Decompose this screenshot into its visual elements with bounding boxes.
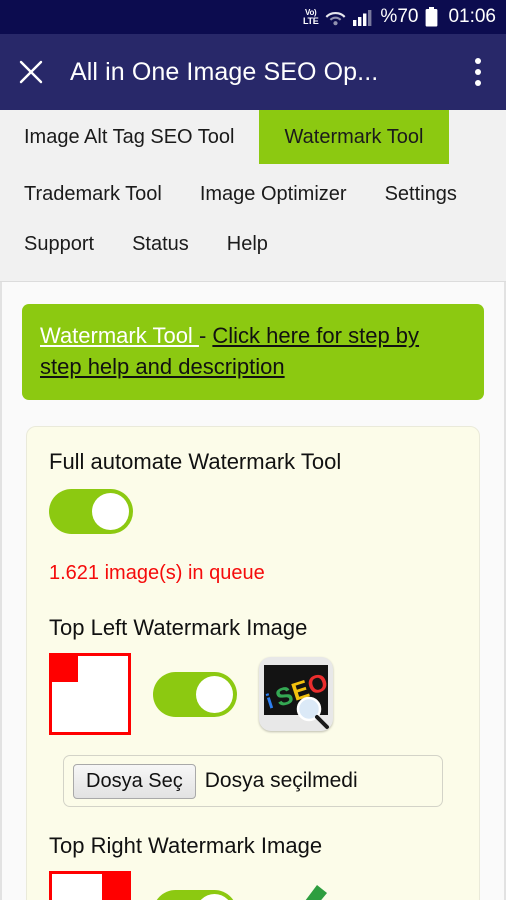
- checkmark-icon: [305, 885, 327, 900]
- help-banner-primary-link[interactable]: Watermark Tool: [40, 323, 199, 348]
- page-title: All in One Image SEO Op...: [70, 57, 379, 86]
- app-bar: All in One Image SEO Op...: [0, 34, 506, 110]
- top-left-file-input[interactable]: Dosya Seç Dosya seçilmedi: [63, 755, 443, 807]
- position-marker-icon: [102, 874, 128, 900]
- help-banner[interactable]: Watermark Tool - Click here for step by …: [22, 304, 484, 400]
- top-left-watermark-label: Top Left Watermark Image: [49, 615, 308, 640]
- top-left-watermark-toggle[interactable]: [153, 671, 237, 717]
- help-banner-separator: -: [198, 323, 213, 348]
- top-left-position-indicator: [49, 653, 131, 735]
- tab-support[interactable]: Support: [0, 233, 94, 256]
- choose-file-button[interactable]: Dosya Seç: [73, 763, 196, 799]
- iseo-logo-letters: i S E O: [263, 668, 331, 729]
- nav-row-2: Trademark Tool Image Optimizer Settings: [0, 169, 506, 219]
- page-body: Watermark Tool - Click here for step by …: [0, 282, 506, 900]
- wifi-icon: [326, 11, 346, 25]
- nav-row-1: Image Alt Tag SEO Tool Watermark Tool: [0, 110, 506, 164]
- clock-label: 01:06: [448, 6, 496, 27]
- overflow-menu-icon: [475, 58, 481, 64]
- queue-status-text: 1.621 image(s) in queue: [49, 562, 265, 584]
- full-automate-label: Full automate Watermark Tool: [49, 449, 342, 474]
- tab-status[interactable]: Status: [94, 233, 189, 256]
- close-button[interactable]: [0, 59, 62, 85]
- top-right-watermark-label: Top Right Watermark Image: [49, 833, 323, 858]
- close-icon: [19, 60, 43, 84]
- file-status-label: Dosya seçilmedi: [204, 769, 358, 792]
- volte-icon: Vo) LTE: [302, 9, 319, 26]
- toggle-knob: [196, 675, 233, 713]
- top-left-watermark-preview[interactable]: i S E O: [259, 657, 333, 731]
- tab-trademark-tool[interactable]: Trademark Tool: [0, 183, 162, 206]
- top-right-position-indicator: [49, 871, 131, 900]
- top-left-watermark-controls: i S E O: [49, 653, 457, 735]
- app-root: Vo) LTE %70 01:06 All in One Image SEO O…: [0, 0, 506, 900]
- overflow-menu-icon-dot2: [475, 69, 481, 75]
- card-content: Full automate Watermark Tool 1.621 image…: [27, 449, 479, 900]
- overflow-menu-icon-dot3: [475, 80, 481, 86]
- tab-help[interactable]: Help: [189, 233, 268, 256]
- tab-image-alt-tag-seo-tool[interactable]: Image Alt Tag SEO Tool: [0, 110, 259, 164]
- top-right-watermark-controls: [49, 871, 457, 900]
- battery-percent-label: %70: [380, 6, 419, 27]
- watermark-settings-card: Full automate Watermark Tool 1.621 image…: [26, 426, 480, 900]
- help-banner-text: Watermark Tool - Click here for step by …: [40, 320, 466, 382]
- nav-tabs: Image Alt Tag SEO Tool Watermark Tool Tr…: [0, 110, 506, 282]
- full-automate-toggle[interactable]: [49, 489, 133, 534]
- overflow-menu-button[interactable]: [450, 58, 506, 86]
- top-right-watermark-toggle[interactable]: [153, 889, 237, 900]
- toggle-knob: [92, 493, 129, 530]
- volte-bottom-label: LTE: [302, 16, 319, 26]
- status-bar: Vo) LTE %70 01:06: [0, 0, 506, 34]
- nav-row-3: Support Status Help: [0, 219, 506, 269]
- tab-settings[interactable]: Settings: [347, 183, 457, 206]
- battery-icon: [426, 7, 438, 27]
- status-bar-icons: Vo) LTE %70 01:06: [303, 6, 496, 28]
- tab-watermark-tool[interactable]: Watermark Tool: [258, 110, 450, 164]
- signal-bars-icon: [353, 9, 372, 26]
- tab-image-optimizer[interactable]: Image Optimizer: [162, 183, 347, 206]
- toggle-knob: [196, 893, 233, 900]
- position-marker-icon: [52, 656, 78, 682]
